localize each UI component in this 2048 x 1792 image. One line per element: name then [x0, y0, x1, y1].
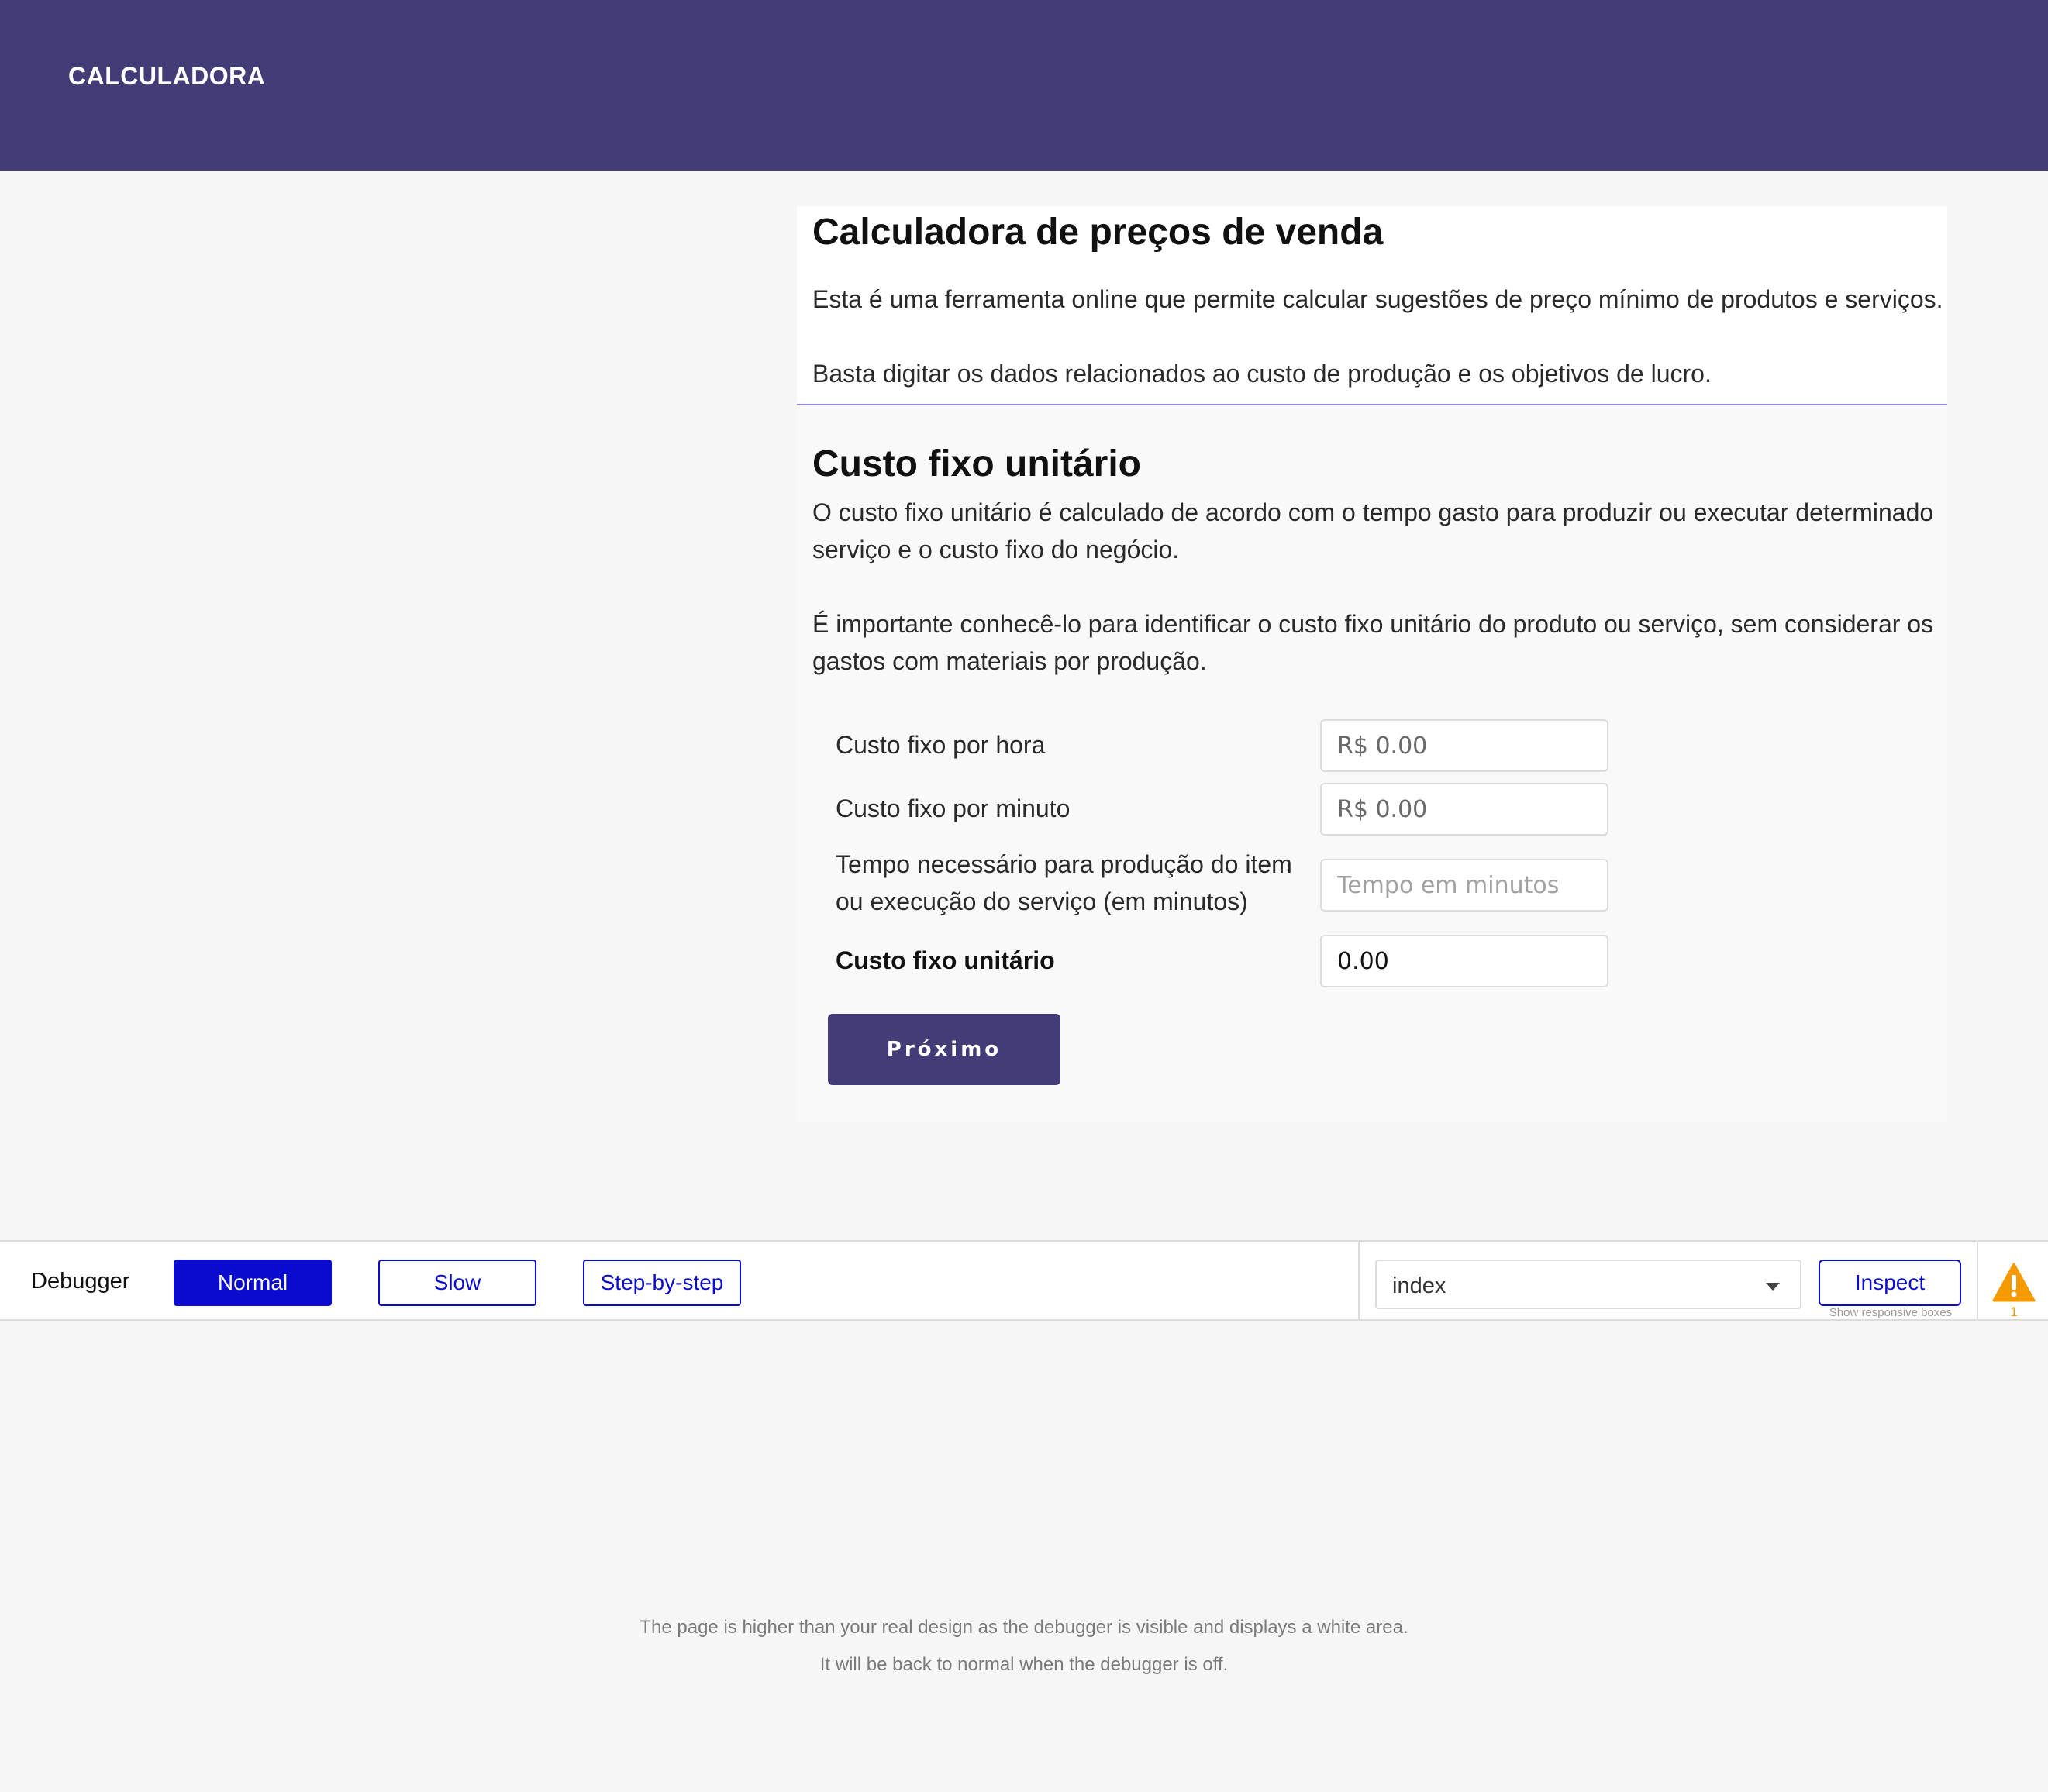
intro-text-1: Esta é uma ferramenta online que permite… [812, 285, 1943, 313]
minute-cost-label: Custo fixo por minuto [836, 794, 1071, 822]
intro-card: Calculadora de preços de venda Esta é um… [797, 206, 1947, 405]
section-description-1: O custo fixo unitário é calculado de aco… [812, 498, 1934, 563]
mode-normal-button[interactable]: Normal [174, 1260, 332, 1306]
next-button[interactable]: Próximo [828, 1014, 1060, 1085]
debugger-toolbar: Debugger Normal Slow Step-by-step index … [0, 1240, 2048, 1321]
debugger-notice-2: It will be back to normal when the debug… [819, 1654, 1229, 1675]
unit-cost-field[interactable] [1320, 935, 1608, 987]
inspect-button[interactable]: Inspect [1819, 1260, 1961, 1306]
section-title: Custo fixo unitário [812, 443, 1141, 484]
debugger-notice-1: The page is higher than your real design… [640, 1617, 1408, 1638]
chevron-down-icon [1766, 1283, 1780, 1291]
mode-slow-button[interactable]: Slow [378, 1260, 536, 1306]
unit-fixed-cost-section: Custo fixo unitário O custo fixo unitári… [797, 405, 1947, 1122]
unit-cost-label: Custo fixo unitário [836, 946, 1055, 974]
hourly-cost-field[interactable] [1320, 719, 1608, 772]
page-select[interactable]: index [1375, 1260, 1801, 1309]
section-description-2: É importante conhecê-lo para identificar… [812, 610, 1934, 675]
toolbar-divider [1358, 1242, 1360, 1320]
warning-icon[interactable] [1992, 1263, 2036, 1303]
page-select-value: index [1392, 1273, 1446, 1298]
toolbar-divider [1977, 1242, 1978, 1320]
minute-cost-field[interactable] [1320, 783, 1608, 836]
page-title: Calculadora de preços de venda [812, 212, 1384, 253]
app-brand[interactable]: CALCULADORA [68, 62, 265, 91]
top-app-bar: CALCULADORA [0, 0, 2048, 171]
production-time-field[interactable] [1320, 859, 1608, 912]
hourly-cost-label: Custo fixo por hora [836, 731, 1046, 759]
warning-count: 1 [2010, 1304, 2018, 1319]
intro-text-2: Basta digitar os dados relacionados ao c… [812, 360, 1712, 388]
production-time-label: Tempo necessário para produção do item o… [836, 850, 1292, 915]
mode-step-by-step-button[interactable]: Step-by-step [583, 1260, 741, 1306]
inspect-hint: Show responsive boxes [1829, 1306, 1953, 1319]
debugger-label: Debugger [31, 1269, 130, 1294]
